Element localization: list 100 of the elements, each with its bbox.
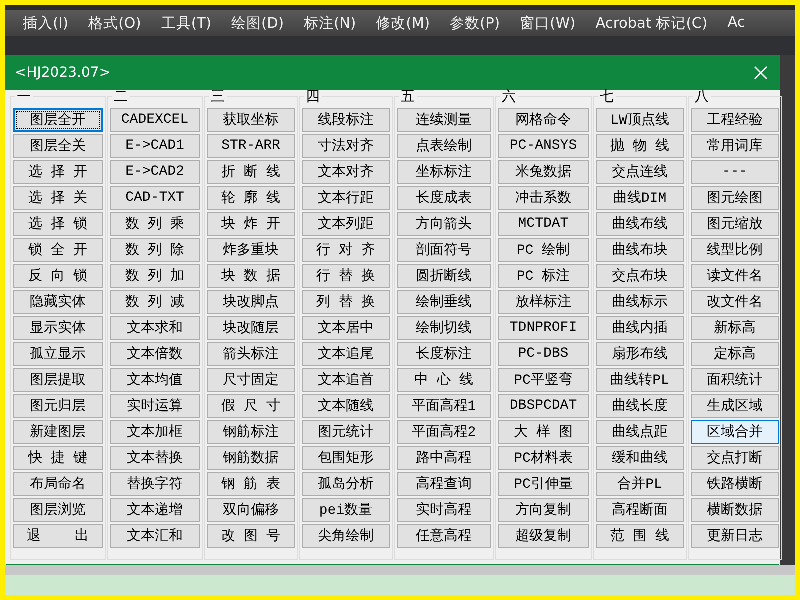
command-button[interactable]: 交点连线 (596, 160, 684, 184)
command-button[interactable]: 曲线标示 (596, 290, 684, 314)
command-button[interactable]: 平面高程1 (397, 394, 491, 418)
command-button[interactable]: CAD-TXT (110, 186, 200, 210)
command-button[interactable]: TDNPROFI (498, 316, 589, 340)
command-button[interactable]: 图元归层 (13, 394, 103, 418)
command-button[interactable]: 横断数据 (691, 498, 779, 522)
command-button[interactable]: 包围矩形 (302, 446, 390, 470)
command-button[interactable]: 尺寸固定 (207, 368, 295, 392)
command-button[interactable]: 孤立显示 (13, 342, 103, 366)
command-button[interactable]: 图层提取 (13, 368, 103, 392)
command-button[interactable]: 改文件名 (691, 290, 779, 314)
command-button[interactable]: 块改随层 (207, 316, 295, 340)
command-button[interactable]: 块 炸 开 (207, 212, 295, 236)
command-button[interactable]: 轮 廓 线 (207, 186, 295, 210)
command-button[interactable]: 点表绘制 (397, 134, 491, 158)
command-button[interactable]: 钢筋标注 (207, 420, 295, 444)
menu-item[interactable]: 窗口(W) (510, 14, 586, 32)
command-button[interactable]: DBSPCDAT (498, 394, 589, 418)
command-button[interactable]: 长度标注 (397, 342, 491, 366)
command-button[interactable]: 图元统计 (302, 420, 390, 444)
menu-item[interactable]: Acrobat 标记(C) (586, 14, 718, 32)
command-button[interactable]: PC-DBS (498, 342, 589, 366)
menu-item[interactable]: Ac (718, 15, 756, 31)
menu-item[interactable]: 标注(N) (294, 14, 366, 32)
command-button[interactable]: 块改脚点 (207, 290, 295, 314)
command-button[interactable]: 行 替 换 (302, 264, 390, 288)
command-button[interactable]: 获取坐标 (207, 108, 295, 132)
command-button[interactable]: 平面高程2 (397, 420, 491, 444)
command-button[interactable]: 缓和曲线 (596, 446, 684, 470)
command-button[interactable]: 反 向 锁 (13, 264, 103, 288)
command-button[interactable]: 替换字符 (110, 472, 200, 496)
command-button[interactable]: 中 心 线 (397, 368, 491, 392)
command-button[interactable]: STR-ARR (207, 134, 295, 158)
command-button[interactable]: 选 择 关 (13, 186, 103, 210)
command-button[interactable]: 文本均值 (110, 368, 200, 392)
command-button[interactable]: 方向复制 (498, 498, 589, 522)
command-button[interactable]: 文本求和 (110, 316, 200, 340)
command-button[interactable]: 曲线转PL (596, 368, 684, 392)
command-button[interactable]: PC平竖弯 (498, 368, 589, 392)
command-button[interactable]: 炸多重块 (207, 238, 295, 262)
command-button[interactable]: 曲线内插 (596, 316, 684, 340)
command-button[interactable]: MCTDAT (498, 212, 589, 236)
command-button[interactable]: 铁路横断 (691, 472, 779, 496)
command-button[interactable]: 块 数 据 (207, 264, 295, 288)
command-button[interactable]: 曲线DIM (596, 186, 684, 210)
command-button[interactable]: 行 对 齐 (302, 238, 390, 262)
command-button[interactable]: 列 替 换 (302, 290, 390, 314)
menu-item[interactable]: 工具(T) (151, 14, 222, 32)
command-button[interactable]: PC-ANSYS (498, 134, 589, 158)
command-button[interactable]: 交点打断 (691, 446, 779, 470)
command-button[interactable]: 绘制垂线 (397, 290, 491, 314)
command-button[interactable]: 面积统计 (691, 368, 779, 392)
command-button[interactable]: 图层浏览 (13, 498, 103, 522)
command-button[interactable]: 图元缩放 (691, 212, 779, 236)
command-button[interactable]: 工程经验 (691, 108, 779, 132)
command-button[interactable]: 连续测量 (397, 108, 491, 132)
menu-item[interactable]: 修改(M) (366, 14, 440, 32)
command-button[interactable]: 文本随线 (302, 394, 390, 418)
command-button[interactable]: 区域合并 (691, 420, 779, 444)
command-button[interactable]: 寸法对齐 (302, 134, 390, 158)
command-button[interactable]: 新建图层 (13, 420, 103, 444)
command-button[interactable]: 孤岛分析 (302, 472, 390, 496)
command-button[interactable]: 网格命令 (498, 108, 589, 132)
command-button[interactable]: 任意高程 (397, 524, 491, 548)
command-button[interactable]: 范 围 线 (596, 524, 684, 548)
menu-item[interactable]: 参数(P) (440, 14, 510, 32)
command-button[interactable]: PC 标注 (498, 264, 589, 288)
command-button[interactable]: 假 尺 寸 (207, 394, 295, 418)
command-button[interactable]: 新标高 (691, 316, 779, 340)
command-button[interactable]: 文本汇和 (110, 524, 200, 548)
command-button[interactable]: 合并PL (596, 472, 684, 496)
command-button[interactable]: 选 择 锁 (13, 212, 103, 236)
command-button[interactable]: 文本对齐 (302, 160, 390, 184)
command-button[interactable]: 常用词库 (691, 134, 779, 158)
command-button[interactable]: 钢筋数据 (207, 446, 295, 470)
command-button[interactable]: 实时运算 (110, 394, 200, 418)
command-button[interactable]: 图层全开 (13, 108, 103, 132)
command-button[interactable]: 冲击系数 (498, 186, 589, 210)
command-button[interactable]: 定标高 (691, 342, 779, 366)
command-button[interactable]: 抛 物 线 (596, 134, 684, 158)
command-button[interactable]: 选 择 开 (13, 160, 103, 184)
command-button[interactable]: 图层全关 (13, 134, 103, 158)
command-button[interactable]: 数 列 除 (110, 238, 200, 262)
command-button[interactable]: 显示实体 (13, 316, 103, 340)
command-button[interactable]: 折 断 线 (207, 160, 295, 184)
command-button[interactable]: 数 列 减 (110, 290, 200, 314)
command-button[interactable]: 双向偏移 (207, 498, 295, 522)
command-button[interactable]: 曲线布块 (596, 238, 684, 262)
command-button[interactable]: 数 列 乘 (110, 212, 200, 236)
command-button[interactable]: pei数量 (302, 498, 390, 522)
command-button[interactable]: 图元绘图 (691, 186, 779, 210)
command-button[interactable]: 锁 全 开 (13, 238, 103, 262)
command-button[interactable]: 米兔数据 (498, 160, 589, 184)
command-button[interactable]: 实时高程 (397, 498, 491, 522)
command-button[interactable]: 文本替换 (110, 446, 200, 470)
command-button[interactable]: 文本行距 (302, 186, 390, 210)
command-button[interactable]: 曲线长度 (596, 394, 684, 418)
command-button[interactable]: E->CAD1 (110, 134, 200, 158)
command-button[interactable]: PC材料表 (498, 446, 589, 470)
